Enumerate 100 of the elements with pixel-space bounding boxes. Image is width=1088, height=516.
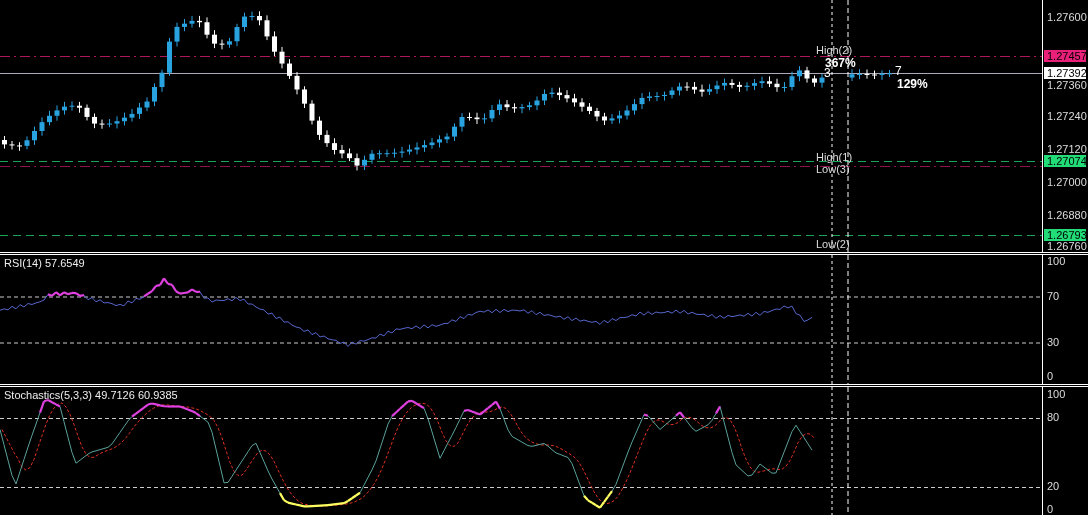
candle — [189, 15, 195, 29]
candle — [114, 115, 120, 129]
candle — [407, 144, 412, 156]
candle — [497, 99, 502, 116]
candle — [287, 58, 292, 80]
candle — [804, 66, 810, 84]
candle — [204, 16, 210, 39]
candle — [774, 78, 780, 93]
candle — [872, 70, 877, 80]
candle — [669, 86, 675, 99]
candle — [482, 112, 487, 125]
candle — [24, 135, 30, 150]
axis-label: 1.27120 — [1047, 144, 1087, 155]
candle — [557, 87, 562, 101]
candle — [279, 46, 285, 69]
candle — [624, 105, 630, 120]
candle — [819, 73, 825, 89]
axis-label: 20 — [1047, 480, 1060, 493]
candle — [864, 69, 870, 80]
candle — [579, 97, 585, 113]
candle — [47, 110, 52, 126]
candle — [182, 18, 187, 32]
candle — [527, 101, 532, 111]
axis-label: 0 — [1047, 503, 1054, 516]
indicator-title: RSI(14) 57.6549 — [4, 257, 85, 269]
candle — [647, 91, 652, 102]
candle — [797, 65, 802, 82]
candle — [77, 101, 82, 114]
candle — [159, 69, 165, 93]
axis-label: 1.27360 — [1047, 80, 1087, 91]
candle — [654, 91, 660, 102]
candle — [594, 107, 600, 122]
candle — [137, 102, 142, 120]
candle — [662, 91, 667, 102]
candle — [294, 71, 300, 95]
price-marker: 1.27457 — [1044, 50, 1086, 62]
candle — [69, 100, 75, 112]
candle — [152, 82, 157, 107]
candle — [92, 113, 97, 129]
candle — [587, 102, 592, 115]
candle — [467, 112, 472, 122]
candle — [332, 137, 337, 155]
candle — [347, 148, 352, 162]
candle — [519, 103, 525, 114]
candle — [324, 129, 330, 148]
candle — [504, 99, 510, 112]
percentage-label: 129% — [897, 78, 928, 91]
level-label: Low(2) — [816, 238, 850, 251]
candle — [414, 141, 420, 155]
candle — [422, 139, 427, 153]
candle — [392, 148, 397, 159]
candle — [219, 39, 225, 50]
candle — [602, 112, 607, 126]
candle — [444, 132, 450, 144]
axis-label: 1.26880 — [1047, 210, 1087, 221]
candle — [737, 81, 742, 93]
candle — [62, 101, 67, 116]
axis-label: 0 — [1047, 370, 1054, 383]
candle — [249, 11, 255, 21]
candle — [564, 89, 570, 103]
axis-label: 100 — [1047, 388, 1066, 401]
candle — [684, 81, 690, 92]
candle — [752, 78, 757, 91]
candle — [534, 95, 540, 111]
candle — [144, 96, 150, 112]
candle — [9, 140, 15, 150]
candle — [782, 81, 787, 93]
axis-label: 1.27600 — [1047, 12, 1087, 23]
candle — [339, 144, 345, 159]
candle — [39, 116, 45, 137]
axis-label: 30 — [1047, 335, 1060, 349]
candle — [32, 126, 37, 146]
axis-label: 1.27240 — [1047, 111, 1087, 122]
candle — [369, 149, 375, 165]
candle — [879, 69, 885, 81]
candle — [437, 134, 442, 148]
percentage-label: 367% — [825, 57, 856, 70]
level-label: High(1) — [816, 151, 853, 164]
candle — [699, 84, 705, 98]
candle — [17, 141, 22, 152]
price-marker: 1.27392 — [1044, 67, 1086, 79]
candle — [474, 112, 480, 125]
candle — [452, 122, 457, 142]
candle — [459, 112, 465, 133]
candle — [54, 104, 60, 122]
indicator-title: Stochastics(5,3,3) 49.7126 60.9385 — [4, 389, 178, 401]
candle — [549, 87, 555, 99]
candle — [174, 22, 180, 47]
candle — [722, 78, 727, 91]
candle — [729, 78, 735, 89]
candle — [692, 81, 697, 95]
candle — [242, 12, 247, 32]
candle — [107, 118, 112, 128]
candle — [429, 137, 435, 150]
price-marker: 1.26793 — [1044, 229, 1086, 241]
candle — [257, 10, 262, 26]
candle — [399, 146, 405, 159]
candle — [302, 85, 307, 109]
candle — [489, 104, 495, 123]
axis-label: 1.26760 — [1047, 241, 1087, 252]
